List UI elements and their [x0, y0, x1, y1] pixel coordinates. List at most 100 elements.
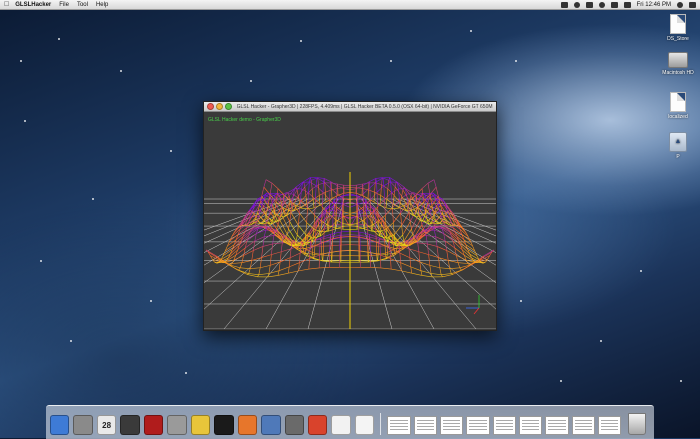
- menu-tool[interactable]: Tool: [77, 2, 88, 8]
- desktop-icon-macintosh-hd[interactable]: Macintosh HD: [658, 52, 698, 76]
- surface-wire: [407, 194, 408, 203]
- surface-wire: [325, 192, 326, 202]
- minimized-window-thumbnail[interactable]: [572, 416, 595, 435]
- volume-icon[interactable]: [611, 2, 618, 8]
- surface-wire: [389, 235, 390, 238]
- surface-wire: [376, 178, 382, 179]
- surface-wire: [326, 200, 334, 210]
- surface-wire: [306, 223, 307, 235]
- desktop-icon-p[interactable]: ▲ P: [658, 132, 698, 160]
- glsl-hacker-window[interactable]: GLSL Hacker - Grapher3D | 228FPS, 4.409m…: [203, 101, 497, 331]
- surface-wire: [460, 268, 462, 270]
- surface-wire: [273, 236, 274, 244]
- surface-wire: [337, 184, 343, 185]
- app-menu[interactable]: GLSLHacker: [15, 2, 51, 8]
- surface-wire: [464, 230, 466, 233]
- surface-wire: [237, 270, 239, 271]
- surface-wire: [299, 269, 309, 271]
- minimize-button[interactable]: [216, 103, 223, 110]
- trash-icon[interactable]: [628, 413, 646, 435]
- menu-help[interactable]: Help: [96, 2, 108, 8]
- minimized-window-thumbnail[interactable]: [466, 416, 489, 435]
- surface-wire: [461, 270, 463, 271]
- window-title-bar[interactable]: GLSL Hacker - Grapher3D | 228FPS, 4.409m…: [204, 102, 496, 112]
- surface-wire: [322, 207, 323, 221]
- minimized-window-thumbnail[interactable]: [387, 416, 410, 435]
- status-icon[interactable]: [561, 2, 568, 8]
- surface-wire: [369, 178, 375, 181]
- minimized-window-thumbnail[interactable]: [598, 416, 621, 435]
- surface-wire: [443, 274, 453, 276]
- minimized-window-thumbnail[interactable]: [545, 416, 568, 435]
- surface-wire: [268, 275, 278, 276]
- bluetooth-icon[interactable]: [586, 2, 593, 8]
- system-preferences-icon[interactable]: [167, 415, 186, 435]
- time-machine-icon[interactable]: [574, 2, 580, 8]
- calendar-icon[interactable]: 28: [97, 415, 116, 435]
- wifi-icon[interactable]: [599, 2, 605, 8]
- surface-wire: [428, 197, 430, 203]
- finder-icon[interactable]: [50, 415, 69, 435]
- surface-wire: [392, 208, 393, 223]
- surface-wire: [450, 268, 460, 269]
- surface-wire: [428, 199, 436, 206]
- app-icon[interactable]: [191, 415, 210, 435]
- desktop-icon-localized[interactable]: localized: [658, 92, 698, 120]
- minimized-window-thumbnail[interactable]: [440, 416, 463, 435]
- minimized-window-thumbnail[interactable]: [493, 416, 516, 435]
- tomato-icon[interactable]: [308, 415, 327, 435]
- surface-wire: [299, 213, 306, 223]
- surface-wire: [413, 219, 421, 234]
- battery-icon[interactable]: [624, 2, 631, 8]
- surface-wire: [272, 183, 278, 188]
- zoom-button[interactable]: [225, 103, 232, 110]
- apple-menu-icon[interactable]: : [4, 1, 9, 8]
- surface-wire: [350, 192, 356, 193]
- surface-wire: [434, 230, 435, 237]
- surface-wire: [429, 255, 430, 266]
- surface-wire: [297, 225, 298, 235]
- surface-wire: [331, 235, 341, 237]
- floor-grid-line: [398, 199, 496, 329]
- xcode-icon[interactable]: [261, 415, 280, 435]
- textedit-icon[interactable]: [355, 415, 374, 435]
- menu-file[interactable]: File: [59, 2, 69, 8]
- surface-wire: [325, 183, 326, 192]
- minimized-window-thumbnail[interactable]: [414, 416, 437, 435]
- surface-wire: [430, 265, 440, 267]
- surface-wire: [313, 252, 314, 257]
- menu-bar:  GLSLHacker File Tool Help Fri 12:46 PM: [0, 0, 700, 10]
- surface-wire: [394, 225, 401, 234]
- surface-wire: [434, 180, 436, 187]
- render-canvas[interactable]: GLSL Hacker demo - Grapher3D: [204, 112, 496, 329]
- demo-overlay-text: GLSL Hacker demo - Grapher3D: [208, 117, 281, 123]
- surface-wire: [398, 189, 399, 200]
- close-button[interactable]: [207, 103, 214, 110]
- surface-wire: [264, 199, 272, 206]
- clock[interactable]: Fri 12:46 PM: [637, 2, 671, 8]
- firefox-icon[interactable]: [238, 415, 257, 435]
- terminal-icon[interactable]: [214, 415, 233, 435]
- surface-wire: [260, 265, 270, 267]
- spotlight-icon[interactable]: [677, 2, 683, 8]
- sublime-icon[interactable]: [285, 415, 304, 435]
- surface-wire: [321, 221, 322, 231]
- launchpad-icon[interactable]: [73, 415, 92, 435]
- grapher3d-scene: [204, 112, 496, 329]
- surface-wire: [374, 192, 375, 202]
- surface-wire: [263, 244, 273, 247]
- desktop-icon-label: localized: [658, 114, 698, 120]
- facetime-icon[interactable]: [120, 415, 139, 435]
- preview-icon[interactable]: [331, 415, 350, 435]
- surface-wire: [250, 211, 252, 212]
- desktop-icon-ds-store[interactable]: DS_Store: [658, 14, 698, 42]
- minimized-window-thumbnail[interactable]: [519, 416, 542, 435]
- surface-wire: [259, 268, 260, 275]
- surface-wire: [299, 253, 300, 263]
- calendar-date: 28: [98, 421, 115, 430]
- photo-booth-icon[interactable]: [144, 415, 163, 435]
- surface-wire: [253, 246, 263, 250]
- surface-wire: [310, 242, 311, 248]
- notification-center-icon[interactable]: [689, 2, 696, 8]
- surface-wire: [247, 274, 257, 276]
